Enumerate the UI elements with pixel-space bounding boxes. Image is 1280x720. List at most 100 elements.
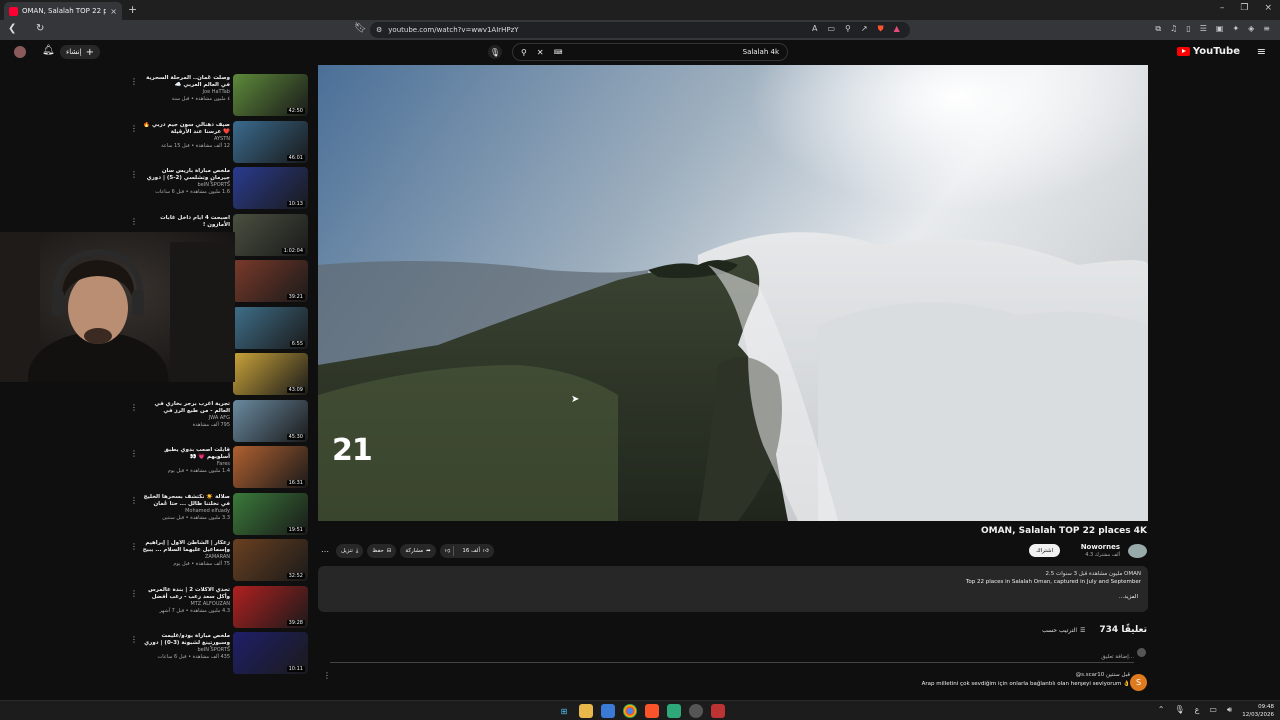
puzzle-extensions-icon[interactable]: ✦: [1232, 24, 1239, 34]
channel-name[interactable]: Nowornes: [1081, 543, 1120, 551]
browser-menu-icon[interactable]: ≡: [1263, 24, 1270, 34]
rec-title[interactable]: ملخص مباراة بودو/غليمت وسبورتينغ لشبونة …: [142, 633, 230, 647]
back-arrow-icon[interactable]: ❮: [8, 23, 16, 34]
rec-title[interactable]: صيف دهنالي سون جيم دربي 🔥 ❤️ عرسنا عند ا…: [142, 122, 230, 136]
save-button[interactable]: حفظ ⊟: [367, 544, 397, 558]
rec-more-icon[interactable]: ⋮: [130, 77, 138, 86]
input-language[interactable]: ع: [1195, 705, 1200, 715]
new-tab-button[interactable]: +: [128, 3, 137, 16]
description-box[interactable]: 2.5 مليون مشاهدة قبل 3 سنوات OMAN Top 22…: [318, 566, 1148, 612]
rec-more-icon[interactable]: ⋮: [130, 217, 138, 226]
recommendation-item[interactable]: ⋮ ملخص مباراة باريس سان جيرمان وتشلسي (2-…: [126, 165, 312, 212]
rec-channel[interactable]: Mohamed elfuady: [142, 508, 230, 515]
tab-youtube[interactable]: OMAN, Salalah TOP 22 places 4K ×: [4, 2, 122, 20]
brave-shield-icon[interactable]: ⛊: [878, 24, 884, 34]
rec-more-icon[interactable]: ⋮: [130, 635, 138, 644]
sort-button[interactable]: الترتيب حسب ☰: [1042, 627, 1085, 634]
extra-app-icon[interactable]: [711, 704, 725, 718]
close-window-button[interactable]: ×: [1264, 3, 1272, 13]
rec-channel[interactable]: Joe HaTTab: [142, 89, 230, 96]
rec-more-icon[interactable]: ⋮: [130, 170, 138, 179]
show-more-link[interactable]: ...المزيد: [325, 594, 1138, 600]
cast-icon[interactable]: ▭: [827, 24, 835, 34]
file-explorer-icon[interactable]: [579, 704, 593, 718]
store-icon[interactable]: [601, 704, 615, 718]
minimize-button[interactable]: –: [1220, 3, 1225, 13]
rec-thumbnail[interactable]: 32:52: [233, 539, 308, 581]
rec-thumbnail[interactable]: 42:50: [233, 74, 308, 116]
rec-title[interactable]: أصبحت 4 أيام داخل غابات الأمازون !: [142, 215, 230, 229]
rec-thumbnail[interactable]: 39:21: [233, 260, 308, 302]
recommendation-item[interactable]: ⋮ ملخص مباراة بودو/غليمت وسبورتينغ لشبونة…: [126, 630, 312, 677]
taskbar-clock[interactable]: 09:48 12/03/2026: [1242, 703, 1274, 719]
video-player[interactable]: [318, 65, 1148, 521]
rec-more-icon[interactable]: ⋮: [130, 589, 138, 598]
youtube-logo[interactable]: YouTube: [1176, 46, 1240, 57]
music-icon[interactable]: ♫: [1170, 24, 1177, 34]
subscribe-button[interactable]: اشتراك: [1029, 544, 1060, 557]
guide-menu-icon[interactable]: ≡: [1257, 45, 1266, 58]
rec-thumbnail[interactable]: 16:31: [233, 446, 308, 488]
create-button[interactable]: إنشاء +: [60, 45, 100, 59]
zoom-icon[interactable]: ⚲: [845, 24, 851, 34]
rec-channel[interactable]: AYSTN: [142, 136, 230, 143]
share-button[interactable]: مشاركة ➦: [400, 544, 436, 558]
download-button[interactable]: تنزيل ⤓: [336, 544, 364, 558]
rec-more-icon[interactable]: ⋮: [130, 124, 138, 133]
rec-title[interactable]: تحدي الأكلات 2 | بندة عالمرس وأكل سعد رع…: [142, 587, 230, 601]
rec-thumbnail[interactable]: 1:02:04: [233, 213, 308, 256]
windows-start-icon[interactable]: ⊞: [557, 704, 571, 718]
rec-channel[interactable]: ZAMARAN: [142, 554, 230, 561]
comment-author[interactable]: @s.scar10 قبل سنتين: [318, 672, 1130, 678]
rec-more-icon[interactable]: ⋮: [130, 403, 138, 412]
rec-thumbnail[interactable]: 43:09: [233, 353, 308, 395]
reload-icon[interactable]: ↻: [36, 23, 44, 34]
rec-title[interactable]: زعكار | الشاطئ الأول | إبراهيم وإسماعيل …: [142, 540, 230, 554]
brave-rewards-icon[interactable]: ▲: [894, 24, 900, 34]
rec-thumbnail[interactable]: 39:28: [233, 585, 308, 628]
rec-channel[interactable]: MTZ ALFOUZAN: [142, 601, 230, 608]
rec-thumbnail[interactable]: 45:30: [233, 399, 308, 442]
rec-channel[interactable]: Fares: [142, 461, 230, 468]
tray-expand-icon[interactable]: ⌃: [1158, 705, 1165, 715]
reading-list-icon[interactable]: ☰: [1200, 24, 1207, 34]
add-comment-input[interactable]: إضافة تعليق...: [330, 654, 1134, 663]
like-icon[interactable]: 👍︎: [483, 548, 489, 554]
rec-title[interactable]: صلالة ☀️ نكتشف بسحرها الخليج في نخلتنا ظ…: [142, 494, 230, 508]
keyboard-icon[interactable]: ⌨: [554, 49, 563, 56]
search-icon[interactable]: ⚲: [521, 48, 527, 57]
close-tab-icon[interactable]: ×: [110, 7, 117, 16]
rec-thumbnail[interactable]: 10:13: [233, 167, 308, 209]
obs-icon[interactable]: [689, 704, 703, 718]
rec-thumbnail[interactable]: 46:01: [233, 120, 308, 163]
rec-title[interactable]: تجربة أغرب برجر بخاري في العالم - من طبع…: [142, 401, 230, 415]
vpn-icon[interactable]: ◈: [1248, 24, 1254, 34]
dislike-icon[interactable]: 👎︎: [445, 548, 451, 554]
rec-channel[interactable]: beIN SPORTS: [142, 647, 230, 654]
rec-title[interactable]: ملخص مباراة باريس سان جيرمان وتشلسي (2-5…: [142, 168, 230, 182]
rec-more-icon[interactable]: ⋮: [130, 542, 138, 551]
more-actions-icon[interactable]: ⋯: [318, 547, 332, 556]
voice-search-mic-icon[interactable]: 🎙︎: [488, 45, 502, 59]
mic-tray-icon[interactable]: 🎙︎: [1174, 705, 1184, 715]
rec-more-icon[interactable]: ⋮: [130, 496, 138, 505]
screenshot-icon[interactable]: ⧉: [1155, 24, 1161, 34]
rec-channel[interactable]: beIN SPORTS: [142, 182, 230, 189]
maximize-button[interactable]: ❐: [1240, 3, 1248, 13]
notifications-bell-icon[interactable]: 🔔︎: [42, 45, 55, 56]
brave-icon[interactable]: [645, 704, 659, 718]
rec-thumbnail[interactable]: 19:51: [233, 492, 308, 535]
rec-title[interactable]: وصلت عُمان.. المرحلة السحرية في العالم ا…: [142, 75, 230, 89]
rec-thumbnail[interactable]: 10:11: [233, 632, 308, 674]
search-input[interactable]: Salalah 4k: [743, 48, 779, 56]
chrome-icon[interactable]: [623, 704, 637, 718]
search-box[interactable]: ⚲ ✕ ⌨ Salalah 4k: [512, 43, 788, 61]
recommendation-item[interactable]: ⋮ صلالة ☀️ نكتشف بسحرها الخليج في نخلتنا …: [126, 491, 312, 538]
comment-avatar[interactable]: S: [1130, 674, 1147, 691]
rec-more-icon[interactable]: ⋮: [130, 449, 138, 458]
translate-icon[interactable]: A: [812, 24, 817, 34]
account-avatar[interactable]: [14, 46, 26, 58]
recommendation-item[interactable]: ⋮ تجربة أغرب برجر بخاري في العالم - من طب…: [126, 398, 312, 445]
share-icon[interactable]: ↗: [861, 24, 868, 34]
clear-search-icon[interactable]: ✕: [537, 48, 544, 57]
